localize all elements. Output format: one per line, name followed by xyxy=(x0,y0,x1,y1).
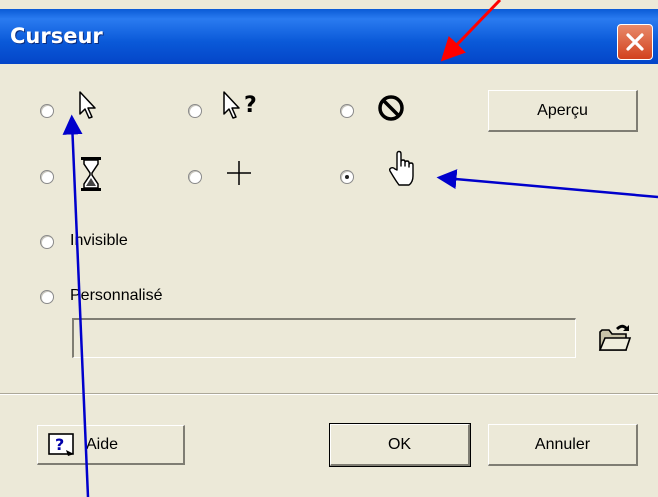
blue-annotation-arrow-hand xyxy=(436,169,658,199)
red-annotation-arrow xyxy=(440,0,502,62)
blue-annotation-arrow-arrow xyxy=(62,114,90,497)
cursor-dialog: Curseur ? Aperçu Invisible Personnalisé … xyxy=(0,0,658,497)
annotation-arrows xyxy=(62,0,658,497)
